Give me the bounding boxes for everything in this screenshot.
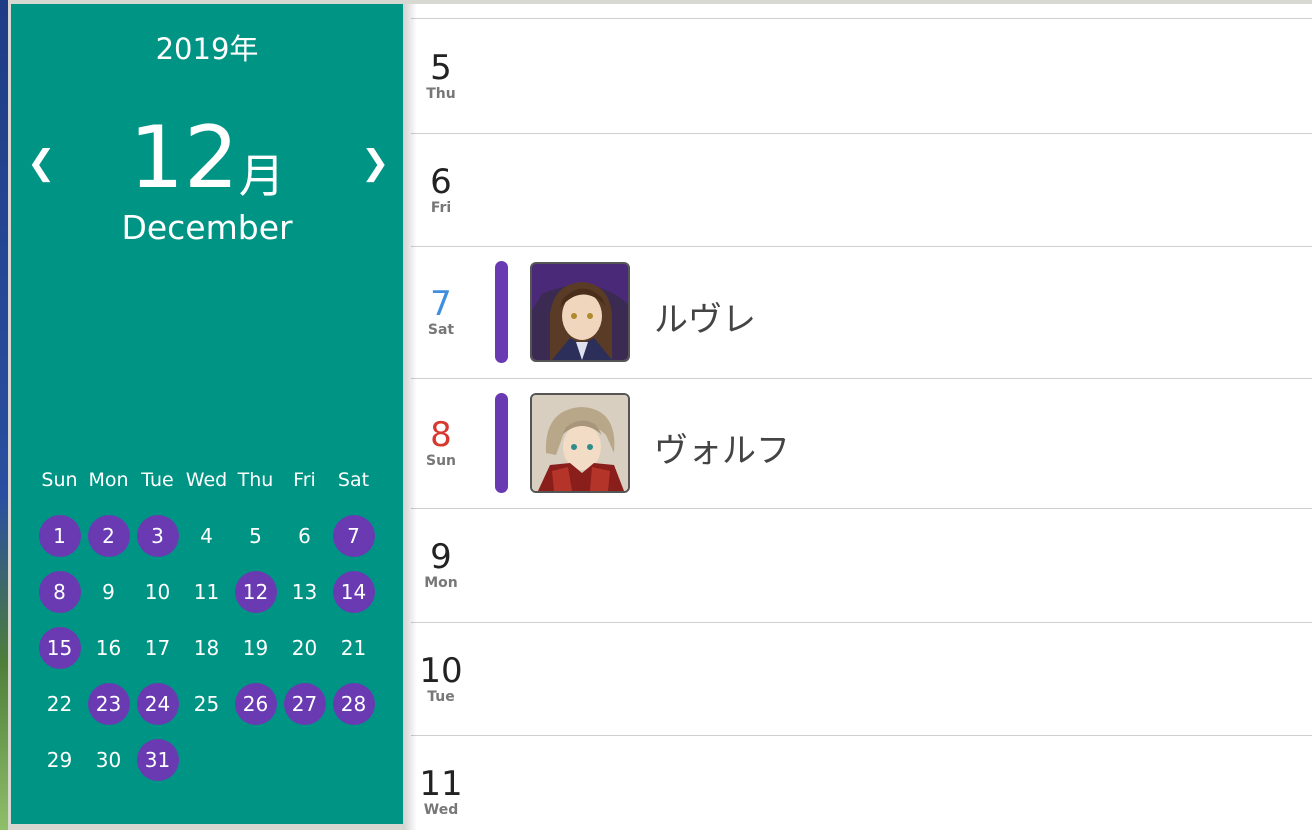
month-kanji: 月 <box>238 149 285 203</box>
event-name[interactable]: ヴォルフ <box>654 423 790 472</box>
calendar-day[interactable]: 23 <box>87 683 130 725</box>
date-label: 5 Thu <box>411 50 471 102</box>
calendar-week: 8 9 10 11 12 13 14 <box>35 564 379 620</box>
calendar-day[interactable]: 21 <box>333 627 375 669</box>
day-number: 10 <box>419 650 463 691</box>
calendar-day[interactable]: 25 <box>186 683 228 725</box>
weekday-label: Mon <box>424 575 458 591</box>
day-row[interactable]: 6 Fri <box>411 133 1312 247</box>
calendar-day[interactable]: 5 <box>235 515 277 557</box>
weekday-label: Thu <box>426 86 456 102</box>
event-color-bar <box>495 393 508 493</box>
calendar-week: 15 16 17 18 19 20 21 <box>35 620 379 676</box>
calendar-day[interactable]: 3 <box>136 515 179 557</box>
calendar-day[interactable]: 27 <box>283 683 326 725</box>
weekday-header: Wed <box>185 469 228 491</box>
calendar-day[interactable]: 30 <box>88 739 130 781</box>
calendar-day[interactable]: 15 <box>38 627 81 669</box>
weekday-label: Wed <box>423 801 459 818</box>
event-color-bar <box>495 261 508 363</box>
day-row[interactable]: 8 Sun ヴォルフ <box>411 378 1312 509</box>
month-english: December <box>121 208 293 247</box>
calendar-day[interactable]: 13 <box>284 571 326 613</box>
calendar-day[interactable]: 28 <box>332 683 375 725</box>
weekday-header: Mon <box>88 469 129 491</box>
calendar-day[interactable]: 1 <box>38 515 81 557</box>
year-label: 2019年 <box>155 32 259 66</box>
calendar-day[interactable]: 10 <box>137 571 179 613</box>
weekday-header-row: Sun Mon Tue Wed Thu Fri Sat <box>35 466 379 494</box>
weekday-header: Fri <box>293 469 316 491</box>
calendar-week: 22 23 24 25 26 27 28 <box>35 676 379 732</box>
day-row[interactable]: 7 Sat ルヴレ <box>411 246 1312 379</box>
calendar-day[interactable]: 16 <box>88 627 130 669</box>
calendar-day[interactable]: 11 <box>186 571 228 613</box>
calendar-grid: 1 2 3 4 5 6 7 8 9 10 11 12 13 14 15 16 17 18 19 20 21 22 23 24 2… <box>35 508 379 788</box>
character-portrait-purple-hood-icon[interactable] <box>530 262 630 362</box>
calendar-day[interactable]: 14 <box>332 571 375 613</box>
date-label: 8 Sun <box>411 417 471 469</box>
day-number: 11 <box>419 763 463 804</box>
day-row[interactable]: 10 Tue <box>411 622 1312 736</box>
day-row[interactable]: 5 Thu <box>411 19 1312 134</box>
weekday-label: Tue <box>427 688 455 705</box>
calendar-day[interactable]: 29 <box>39 739 81 781</box>
calendar-day[interactable]: 22 <box>39 683 81 725</box>
day-row[interactable]: 9 Mon <box>411 508 1312 623</box>
calendar-day[interactable]: 26 <box>234 683 277 725</box>
calendar-sidebar: 2019年 ❮ 12月 ❯ December Sun Mon Tue Wed Thu Fr… <box>11 4 403 824</box>
calendar-day[interactable]: 4 <box>186 515 228 557</box>
day-number: 5 <box>430 48 452 88</box>
calendar-day[interactable]: 24 <box>136 683 179 725</box>
day-number: 7 <box>430 284 452 324</box>
calendar-day[interactable]: 19 <box>235 627 277 669</box>
day-number: 9 <box>430 537 452 577</box>
calendar-day[interactable]: 12 <box>234 571 277 613</box>
calendar-week: 1234567 <box>35 508 379 564</box>
chevron-right-icon[interactable]: ❯ <box>361 146 390 180</box>
day-number: 8 <box>430 415 452 455</box>
weekday-header: Sun <box>41 469 78 491</box>
day-number: 6 <box>430 161 452 202</box>
weekday-header: Sat <box>337 469 370 491</box>
calendar-day[interactable]: 20 <box>284 627 326 669</box>
calendar-day[interactable]: 31 <box>136 739 179 781</box>
calendar-day[interactable]: 18 <box>186 627 228 669</box>
weekday-header: Thu <box>237 469 274 491</box>
weekday-label: Sat <box>427 322 455 338</box>
month-number: 12 <box>129 108 239 208</box>
calendar-day[interactable]: 6 <box>284 515 326 557</box>
event-name[interactable]: ルヴレ <box>654 292 756 341</box>
day-row[interactable]: 11 Wed <box>411 735 1312 830</box>
date-label: 10 Tue <box>411 653 471 705</box>
weekday-label: Sun <box>425 453 457 469</box>
month-heading: 12月 <box>11 110 403 206</box>
weekday-header: Tue <box>141 469 174 491</box>
mini-calendar: Sun Mon Tue Wed Thu Fri Sat 1 2 3 4 5 6 7 8 9 10 11 12 13 1… <box>35 466 379 788</box>
calendar-day[interactable]: 17 <box>137 627 179 669</box>
calendar-day[interactable]: 8 <box>38 571 81 613</box>
calendar-week: 29 30 31 <box>35 732 379 788</box>
day-list: 5 Thu 6 Fri 7 Sat ルヴレ 8 Sun ヴォルフ 9 Mon 10 Tue 11 Wed <box>403 4 1312 830</box>
desktop-background <box>0 0 8 830</box>
character-portrait-red-armor-icon[interactable] <box>530 393 630 493</box>
calendar-day[interactable]: 2 <box>87 515 130 557</box>
date-label: 7 Sat <box>411 286 471 338</box>
weekday-label: Fri <box>430 199 452 216</box>
date-label: 11 Wed <box>411 766 471 818</box>
date-label: 6 Fri <box>411 164 471 216</box>
calendar-day[interactable]: 7 <box>332 515 375 557</box>
calendar-day[interactable]: 9 <box>88 571 130 613</box>
date-label: 9 Mon <box>411 539 471 591</box>
